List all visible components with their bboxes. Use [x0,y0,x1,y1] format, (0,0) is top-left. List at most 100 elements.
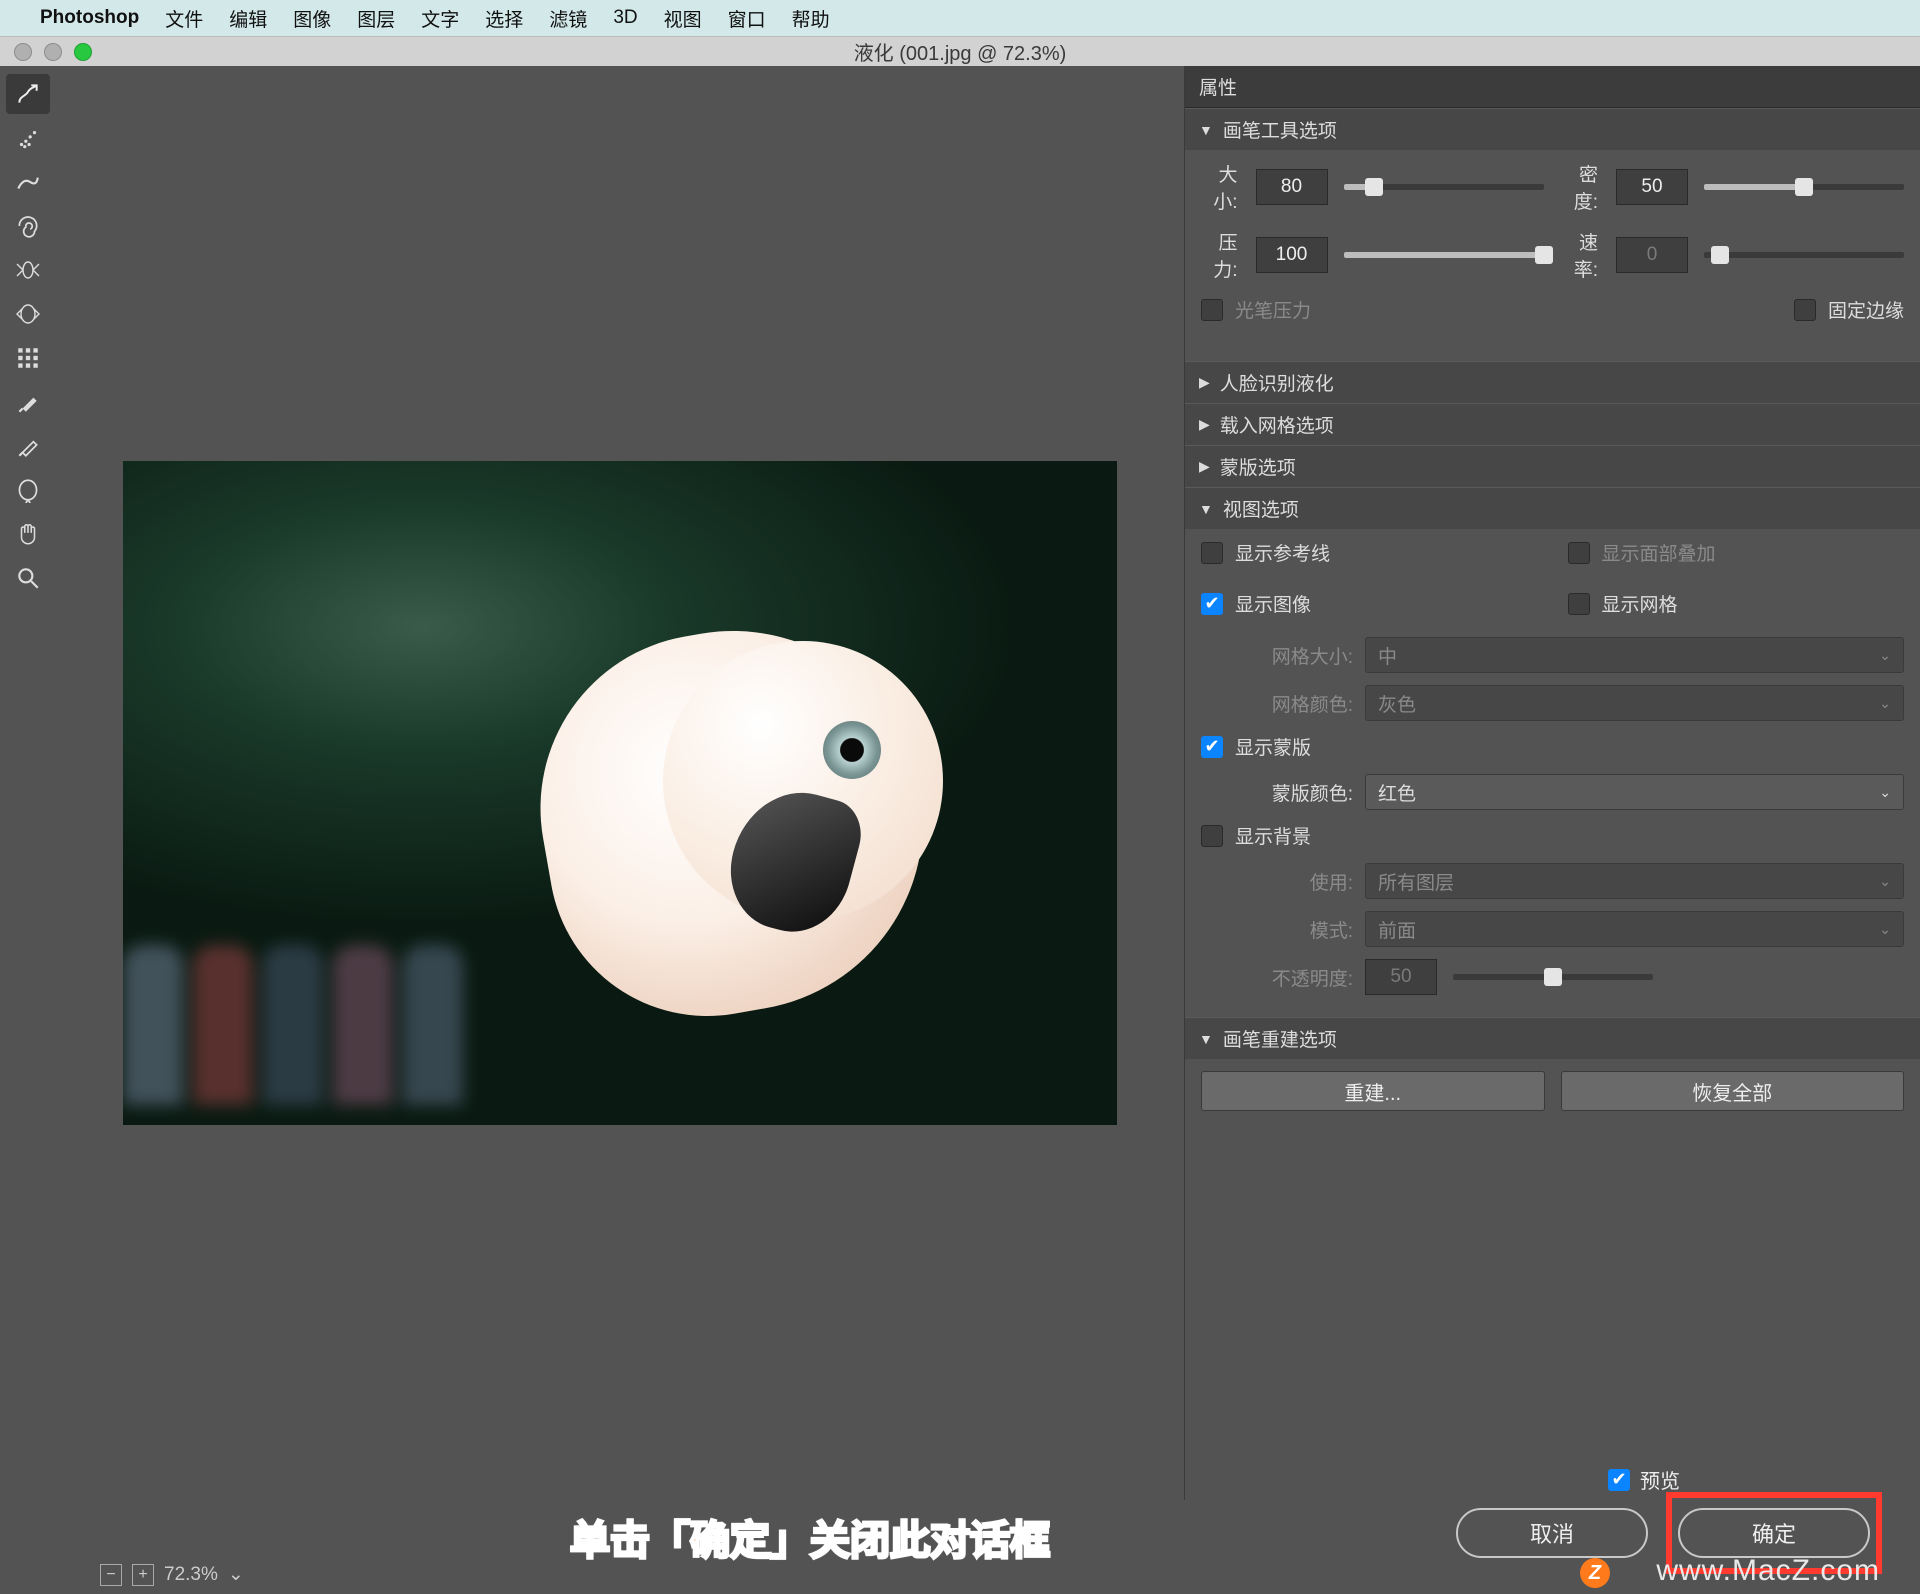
show-image-label: 显示图像 [1235,590,1311,617]
restore-all-button[interactable]: 恢复全部 [1561,1071,1905,1111]
mesh-color-label: 网格颜色: [1225,690,1353,717]
show-background-checkbox[interactable] [1201,825,1223,847]
thaw-mask-tool-icon[interactable] [6,426,50,466]
pen-pressure-checkbox [1201,299,1223,321]
rate-slider [1704,252,1904,258]
menu-select[interactable]: 选择 [485,5,523,32]
use-select: 所有图层⌄ [1365,863,1904,899]
watermark-text: www.MacZ.com [1656,1554,1880,1588]
smooth-tool-icon[interactable] [6,162,50,202]
liquify-toolbar [0,66,56,1500]
mesh-size-label: 网格大小: [1225,642,1353,669]
section-brush-options[interactable]: ▼ 画笔工具选项 [1185,108,1920,150]
mesh-color-select: 灰色⌄ [1365,685,1904,721]
menu-image[interactable]: 图像 [293,5,331,32]
zoom-out-button[interactable]: − [100,1564,122,1586]
zoom-level[interactable]: 72.3% [164,1564,218,1586]
zoom-in-button[interactable]: + [132,1564,154,1586]
pen-pressure-label: 光笔压力 [1235,296,1311,323]
density-label: 密度: [1562,160,1599,214]
mask-color-label: 蒙版颜色: [1225,779,1353,806]
footer: − + 72.3% ⌄ ✔ 预览 取消 确定 单击「确定」关闭此对话框 Z ww… [0,1500,1920,1594]
minimize-window-button[interactable] [44,43,62,61]
chevron-right-icon: ▶ [1199,374,1210,391]
preview-checkbox[interactable]: ✔ [1608,1469,1630,1491]
preview-label: 预览 [1640,1465,1680,1494]
maximize-window-button[interactable] [74,43,92,61]
image-canvas[interactable] [123,461,1117,1125]
menu-type[interactable]: 文字 [421,5,459,32]
show-guides-checkbox[interactable] [1201,542,1223,564]
show-mesh-checkbox[interactable] [1568,593,1590,615]
freeze-mask-tool-icon[interactable] [6,382,50,422]
opacity-slider [1453,974,1653,980]
window-titlebar: 液化 (001.jpg @ 72.3%) [0,36,1920,66]
menu-app[interactable]: Photoshop [40,7,139,29]
chevron-down-icon: ⌄ [1879,695,1891,712]
canvas-area[interactable] [56,66,1184,1500]
chevron-right-icon: ▶ [1199,416,1210,433]
reconstruct-tool-icon[interactable] [6,118,50,158]
chevron-down-icon: ▼ [1199,501,1213,517]
rate-label: 速率: [1562,228,1599,282]
hand-tool-icon[interactable] [6,514,50,554]
close-window-button[interactable] [14,43,32,61]
zoom-tool-icon[interactable] [6,558,50,598]
menu-window[interactable]: 窗口 [728,5,766,32]
mesh-size-select: 中⌄ [1365,637,1904,673]
macos-menubar: Photoshop 文件 编辑 图像 图层 文字 选择 滤镜 3D 视图 窗口 … [0,0,1920,36]
menu-layer[interactable]: 图层 [357,5,395,32]
show-mask-checkbox[interactable]: ✔ [1201,736,1223,758]
section-reconstruct[interactable]: ▼ 画笔重建选项 [1185,1017,1920,1059]
forward-warp-tool-icon[interactable] [6,74,50,114]
menu-filter[interactable]: 滤镜 [549,5,587,32]
chevron-down-icon[interactable]: ⌄ [228,1563,244,1586]
show-image-checkbox[interactable]: ✔ [1201,593,1223,615]
bloat-tool-icon[interactable] [6,294,50,334]
twirl-tool-icon[interactable] [6,206,50,246]
show-guides-label: 显示参考线 [1235,539,1330,566]
section-load-mesh[interactable]: ▶ 载入网格选项 [1185,403,1920,445]
chevron-down-icon: ▼ [1199,122,1213,138]
rate-input: 0 [1616,237,1688,273]
section-view-options[interactable]: ▼ 视图选项 [1185,487,1920,529]
push-left-tool-icon[interactable] [6,338,50,378]
chevron-down-icon: ⌄ [1879,873,1891,890]
section-face-liquify[interactable]: ▶ 人脸识别液化 [1185,361,1920,403]
pressure-label: 压力: [1201,228,1238,282]
chevron-down-icon: ⌄ [1879,647,1891,664]
menu-edit[interactable]: 编辑 [229,5,267,32]
menu-view[interactable]: 视图 [664,5,702,32]
fixed-edge-checkbox[interactable] [1794,299,1816,321]
show-background-label: 显示背景 [1235,822,1311,849]
mode-select: 前面⌄ [1365,911,1904,947]
pucker-tool-icon[interactable] [6,250,50,290]
cancel-button[interactable]: 取消 [1456,1508,1648,1558]
rebuild-button[interactable]: 重建... [1201,1071,1545,1111]
face-tool-icon[interactable] [6,470,50,510]
status-bar: − + 72.3% ⌄ [100,1563,244,1586]
menu-help[interactable]: 帮助 [792,5,830,32]
section-title: 画笔工具选项 [1223,116,1337,143]
section-mask-options[interactable]: ▶ 蒙版选项 [1185,445,1920,487]
size-input[interactable]: 80 [1256,169,1328,205]
watermark-logo-icon: Z [1580,1558,1610,1588]
density-slider[interactable] [1704,184,1904,190]
size-slider[interactable] [1344,184,1544,190]
size-label: 大小: [1201,160,1238,214]
panel-header: 属性 [1185,66,1920,108]
pressure-input[interactable]: 100 [1256,237,1328,273]
use-label: 使用: [1225,868,1353,895]
chevron-down-icon: ⌄ [1879,784,1891,801]
density-input[interactable]: 50 [1616,169,1688,205]
show-mesh-label: 显示网格 [1602,590,1678,617]
menu-3d[interactable]: 3D [613,7,637,29]
menu-file[interactable]: 文件 [165,5,203,32]
fixed-edge-label: 固定边缘 [1828,296,1904,323]
opacity-input: 50 [1365,959,1437,995]
properties-panel: 属性 ▼ 画笔工具选项 大小: 80 密度: 50 压力: [1184,66,1920,1500]
section-title: 人脸识别液化 [1220,369,1334,396]
mask-color-select[interactable]: 红色⌄ [1365,774,1904,810]
pressure-slider[interactable] [1344,252,1544,258]
ok-button[interactable]: 确定 [1678,1508,1870,1558]
